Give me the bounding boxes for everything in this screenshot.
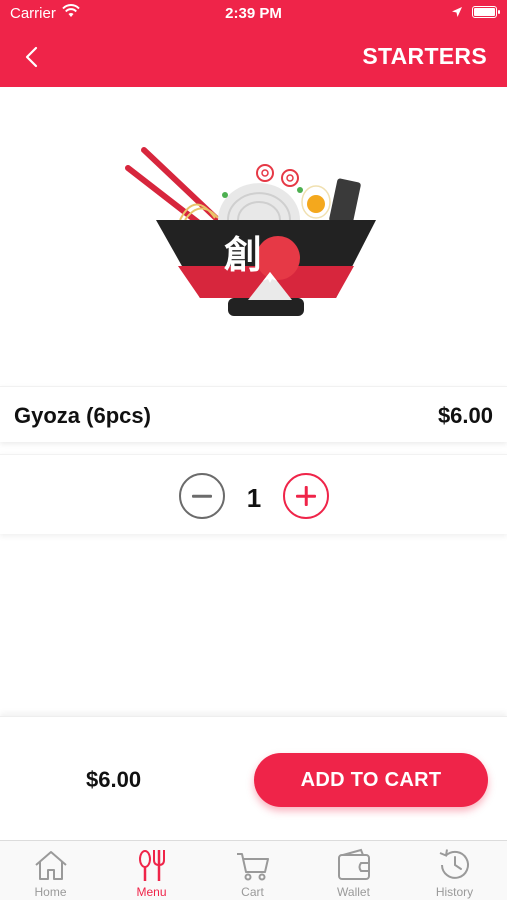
wallet-icon [338,848,370,880]
tab-label: Wallet [337,885,370,899]
tab-home[interactable]: Home [0,841,101,900]
status-bar: Carrier 2:39 PM [0,0,507,28]
logo-kanji: 創 [224,233,262,277]
item-summary-row: Gyoza (6pcs) $6.00 [0,386,507,442]
location-arrow-icon [452,7,462,17]
quantity-stepper: 1 [0,454,507,534]
page-title: STARTERS [362,43,487,69]
cart-icon [237,853,269,881]
ramen-bowl-image: 創 [125,147,376,316]
tab-label: Cart [241,885,264,899]
quantity-value: 1 [246,483,262,513]
tab-history[interactable]: History [404,841,505,900]
tab-label: History [435,885,474,899]
battery-icon [472,6,500,18]
item-name: Gyoza (6pcs) [14,403,151,428]
tab-bar: Home Menu Cart Wallet History [0,840,507,900]
home-icon [35,851,67,880]
cart-footer: $6.00 ADD TO CART [0,716,507,840]
chevron-left-icon[interactable] [18,42,48,72]
fork-knife-icon [139,850,165,881]
status-time: 2:39 PM [225,5,282,22]
add-to-cart-button[interactable]: ADD TO CART [254,753,488,807]
tab-label: Home [34,885,67,899]
tab-label: Menu [136,885,167,899]
plus-circle-icon[interactable] [283,473,329,519]
tab-menu[interactable]: Menu [101,841,202,900]
minus-circle-icon[interactable] [179,473,225,519]
app-header: Carrier 2:39 PM STARTERS [0,0,507,87]
total-price: $6.00 [86,767,142,792]
tab-cart[interactable]: Cart [202,841,303,900]
tab-wallet[interactable]: Wallet [303,841,404,900]
item-price: $6.00 [437,403,493,428]
history-icon [439,849,469,879]
